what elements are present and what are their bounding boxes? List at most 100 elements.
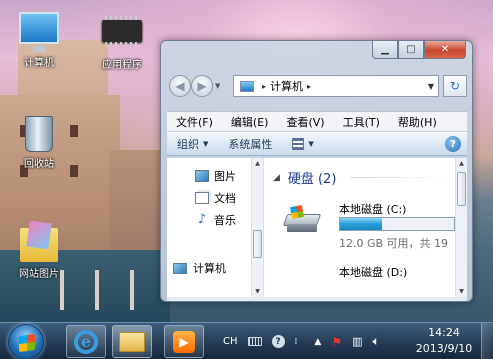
nav-item-label: 文档 <box>214 192 236 205</box>
drive-d[interactable]: 本地磁盘 (D:) <box>339 264 407 280</box>
back-arrow-icon: ◀ <box>175 79 185 93</box>
system-tray: CH ? ⁞ ▲ ⚑ ▥ 🔈︎ <box>218 323 385 359</box>
recycle-bin-icon <box>25 116 53 152</box>
group-title: 硬盘 (2) <box>287 172 337 187</box>
system-properties-button[interactable]: 系统属性 <box>218 136 282 152</box>
maximize-button[interactable]: □ <box>398 41 424 59</box>
navigation-row: ◀ ▶ ▼ ▸ 计算机 ▸ ▼ ↻ <box>167 73 467 99</box>
group-header-hard-disks[interactable]: ◢ 硬盘 (2) <box>273 168 336 187</box>
scroll-down-icon[interactable]: ▼ <box>456 286 467 297</box>
view-icon <box>292 138 305 150</box>
desktop-icon-label: 网站图片 <box>19 269 59 280</box>
clock-date: 2013/9/10 <box>415 342 473 355</box>
taskbar: e ▶ CH ? ⁞ ▲ ⚑ ▥ 🔈︎ 14:24 2013/9/10 <box>0 322 493 359</box>
breadcrumb-separator-icon: ▸ <box>262 81 267 91</box>
help-icon[interactable]: ? <box>271 335 285 348</box>
organize-label: 组织 <box>177 138 199 151</box>
organize-button[interactable]: 组织 ▼ <box>167 136 218 152</box>
keyboard-icon[interactable] <box>247 337 262 346</box>
refresh-icon: ↻ <box>449 79 461 93</box>
clock-time: 14:24 <box>428 326 460 339</box>
desktop-icon-label: 应用程序 <box>102 60 142 71</box>
nav-scrollbar[interactable]: ▲ ▼ <box>251 158 263 297</box>
show-desktop-button[interactable] <box>481 323 493 359</box>
explorer-window: ▁ □ ✕ ◀ ▶ ▼ ▸ 计算机 ▸ ▼ ↻ 文件(F) 编辑(E) 查看(V… <box>160 40 473 302</box>
close-button[interactable]: ✕ <box>424 41 466 59</box>
refresh-button[interactable]: ↻ <box>443 75 467 97</box>
clock[interactable]: 14:24 2013/9/10 <box>414 325 474 357</box>
scrollbar-thumb[interactable] <box>253 230 262 258</box>
start-button[interactable] <box>8 324 44 359</box>
nav-item-music[interactable]: ♪ 音乐 <box>195 212 236 228</box>
desktop-icon-label: 回收站 <box>24 159 54 170</box>
music-icon: ♪ <box>197 212 207 227</box>
address-dropdown-icon[interactable]: ▼ <box>424 82 438 91</box>
breadcrumb-computer[interactable]: 计算机 <box>270 78 303 94</box>
drive-free-space: 12.0 GB 可用，共 19 <box>339 237 449 250</box>
ime-indicator[interactable]: CH <box>223 336 238 347</box>
navigation-pane: 图片 文档 ♪ 音乐 计算机 ▲ ▼ <box>167 158 264 297</box>
scroll-up-icon[interactable]: ▲ <box>252 158 263 170</box>
forward-button[interactable]: ▶ <box>191 75 213 97</box>
wallpaper-window <box>70 125 78 137</box>
menu-edit[interactable]: 编辑(E) <box>222 114 278 130</box>
computer-icon <box>240 80 254 92</box>
wallpaper-pole <box>130 270 134 310</box>
status-bar <box>167 297 467 301</box>
drive-name: 本地磁盘 (C:) <box>339 203 407 216</box>
nav-item-label: 音乐 <box>214 214 236 227</box>
drive-usage-bar <box>339 217 455 231</box>
nav-item-label: 图片 <box>214 170 236 183</box>
nav-item-computer[interactable]: 计算机 <box>173 258 261 278</box>
desktop-icon-recycle-bin[interactable]: 回收站 <box>7 116 71 170</box>
address-bar[interactable]: ▸ 计算机 ▸ ▼ <box>233 75 439 97</box>
chip-icon <box>102 16 142 46</box>
nav-item-pictures[interactable]: 图片 <box>195 168 236 184</box>
menu-help[interactable]: 帮助(H) <box>389 114 446 130</box>
forward-arrow-icon: ▶ <box>197 79 207 93</box>
hard-drive-icon-base <box>287 224 317 232</box>
media-player-icon: ▶ <box>173 330 195 353</box>
show-hidden-icons-button[interactable]: ▲ <box>314 337 321 347</box>
taskbar-internet-explorer[interactable]: e <box>66 325 106 358</box>
menu-bar: 文件(F) 编辑(E) 查看(V) 工具(T) 帮助(H) <box>167 111 467 131</box>
taskbar-media-player[interactable]: ▶ <box>164 325 204 358</box>
documents-icon <box>195 192 209 204</box>
pictures-icon <box>195 170 209 182</box>
windows-logo-icon <box>290 205 304 219</box>
drive-usage-fill <box>340 218 383 230</box>
main-scrollbar[interactable]: ▲ ▼ <box>455 158 467 297</box>
ime-options-icon[interactable]: ⁞ <box>295 337 298 347</box>
wallpaper-pole <box>95 270 99 310</box>
action-center-flag-icon[interactable]: ⚑ <box>331 335 342 349</box>
scroll-up-icon[interactable]: ▲ <box>456 158 467 170</box>
nav-item-label: 计算机 <box>193 262 226 275</box>
folder-pictures-icon <box>20 228 58 262</box>
recent-pages-dropdown[interactable]: ▼ <box>215 82 220 90</box>
scroll-down-icon[interactable]: ▼ <box>252 286 263 297</box>
desktop-icon-apps[interactable]: 应用程序 <box>90 14 154 71</box>
folder-icon <box>119 331 145 352</box>
change-view-button[interactable]: ▼ <box>282 138 323 150</box>
scrollbar-thumb[interactable] <box>457 172 466 206</box>
group-divider <box>350 177 450 178</box>
minimize-button[interactable]: ▁ <box>372 41 398 59</box>
internet-explorer-icon: e <box>74 329 98 354</box>
menu-file[interactable]: 文件(F) <box>167 114 222 130</box>
nav-item-documents[interactable]: 文档 <box>195 190 236 206</box>
computer-icon <box>19 12 59 52</box>
back-button[interactable]: ◀ <box>169 75 191 97</box>
system-properties-label: 系统属性 <box>228 138 273 151</box>
desktop-icon-label: 计算机 <box>24 58 54 69</box>
caption-buttons: ▁ □ ✕ <box>372 41 466 59</box>
help-button[interactable]: ? <box>445 136 461 152</box>
taskbar-windows-explorer[interactable] <box>112 325 152 358</box>
desktop-icon-website-pictures[interactable]: 网站图片 <box>7 228 71 280</box>
desktop-icon-computer[interactable]: 计算机 <box>7 12 71 69</box>
menu-view[interactable]: 查看(V) <box>277 114 333 130</box>
wallpaper-window <box>70 165 78 177</box>
volume-icon[interactable]: 🔈︎ <box>372 334 379 349</box>
hard-drive-icon <box>282 205 322 234</box>
network-icon[interactable]: ▥ <box>352 335 362 348</box>
menu-tools[interactable]: 工具(T) <box>334 114 389 130</box>
